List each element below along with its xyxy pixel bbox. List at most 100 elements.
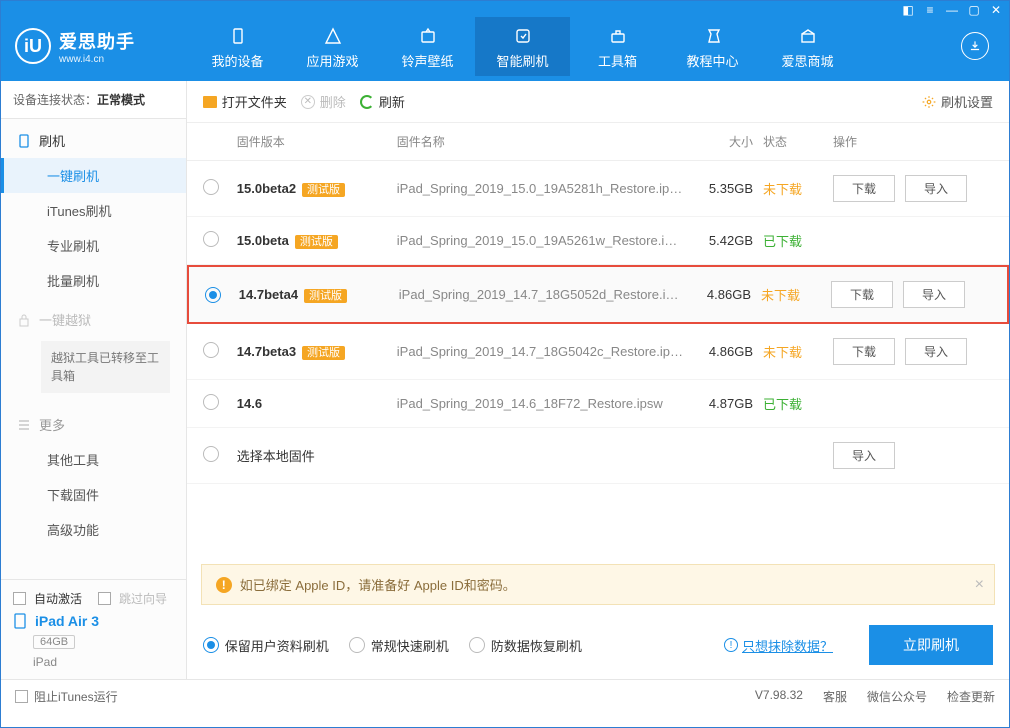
nav-icon (665, 25, 760, 47)
firmware-row[interactable]: 14.7beta3测试版 iPad_Spring_2019_14.7_18G50… (187, 324, 1009, 380)
wechat-link[interactable]: 微信公众号 (867, 688, 927, 705)
device-icon (13, 613, 27, 629)
refresh-button[interactable]: 刷新 (360, 92, 405, 111)
skip-guide-label: 跳过向导 (119, 590, 167, 607)
warning-icon: ! (216, 577, 232, 593)
window-minimize-icon[interactable]: — (945, 3, 959, 17)
window-menu-icon[interactable]: ≡ (923, 3, 937, 17)
row-radio[interactable] (203, 446, 219, 462)
lock-icon (17, 313, 31, 327)
row-version: 15.0beta2测试版 (237, 181, 397, 197)
connection-status: 设备连接状态：正常模式 (1, 81, 186, 119)
row-status: 未下载 (763, 342, 833, 361)
nav-label: 我的设备 (190, 51, 285, 70)
import-button[interactable]: 导入 (905, 338, 967, 365)
refresh-icon (360, 95, 374, 109)
row-radio[interactable] (203, 231, 219, 247)
download-button[interactable]: 下载 (833, 175, 895, 202)
sidebar-flash-item[interactable]: 一键刷机 (1, 158, 186, 193)
opt-anti-recovery[interactable]: 防数据恢复刷机 (469, 636, 582, 655)
download-button[interactable]: 下载 (833, 338, 895, 365)
row-radio[interactable] (203, 179, 219, 195)
window-basket-icon[interactable]: ◧ (901, 3, 915, 17)
block-itunes-label: 阻止iTunes运行 (34, 688, 118, 705)
import-button[interactable]: 导入 (903, 281, 965, 308)
check-update-link[interactable]: 检查更新 (947, 688, 995, 705)
row-version: 14.6 (237, 396, 397, 411)
row-size: 4.86GB (683, 344, 763, 359)
col-status: 状态 (763, 133, 833, 150)
nav-item-4[interactable]: 工具箱 (570, 17, 665, 76)
download-button[interactable]: 下载 (831, 281, 893, 308)
sidebar-more-item[interactable]: 其他工具 (1, 442, 186, 477)
row-version: 14.7beta3测试版 (237, 344, 397, 360)
service-link[interactable]: 客服 (823, 688, 847, 705)
nav-label: 铃声壁纸 (380, 51, 475, 70)
nav-item-3[interactable]: 智能刷机 (475, 17, 570, 76)
nav-item-6[interactable]: 爱思商城 (760, 17, 855, 76)
row-status: 未下载 (763, 179, 833, 198)
sidebar-flash-item[interactable]: iTunes刷机 (1, 193, 186, 228)
sidebar-flash-item[interactable]: 专业刷机 (1, 228, 186, 263)
firmware-row[interactable]: 14.6 iPad_Spring_2019_14.6_18F72_Restore… (187, 380, 1009, 428)
sidebar-more-item[interactable]: 下载固件 (1, 477, 186, 512)
nav-icon (380, 25, 475, 47)
delete-icon: ✕ (301, 95, 315, 109)
opt-normal[interactable]: 常规快速刷机 (349, 636, 449, 655)
row-size: 4.87GB (683, 396, 763, 411)
row-size: 5.42GB (683, 233, 763, 248)
row-radio[interactable] (203, 342, 219, 358)
row-status: 已下载 (763, 231, 833, 250)
window-close-icon[interactable]: ✕ (989, 3, 1003, 17)
row-radio[interactable] (205, 287, 221, 303)
info-icon: ! (724, 638, 738, 652)
import-button[interactable]: 导入 (905, 175, 967, 202)
window-maximize-icon[interactable]: ▢ (967, 3, 981, 17)
sidebar-flash-item[interactable]: 批量刷机 (1, 263, 186, 298)
nav-label: 工具箱 (570, 51, 665, 70)
storage-badge: 64GB (33, 635, 75, 649)
erase-data-link[interactable]: ! 只想抹除数据？ (724, 636, 833, 655)
alert-close-icon[interactable]: × (975, 576, 984, 594)
nav-item-5[interactable]: 教程中心 (665, 17, 760, 76)
firmware-row[interactable]: 15.0beta2测试版 iPad_Spring_2019_15.0_19A52… (187, 161, 1009, 217)
device-model: iPad (33, 655, 174, 669)
firmware-row[interactable]: 14.7beta4测试版 iPad_Spring_2019_14.7_18G50… (187, 265, 1009, 324)
nav-item-0[interactable]: 我的设备 (190, 17, 285, 76)
local-firmware-row[interactable]: 选择本地固件 导入 (187, 428, 1009, 484)
nav-item-1[interactable]: 应用游戏 (285, 17, 380, 76)
local-firmware-label: 选择本地固件 (237, 446, 397, 465)
nav-icon (190, 25, 285, 47)
opt-keep-data[interactable]: 保留用户资料刷机 (203, 636, 329, 655)
row-radio[interactable] (203, 394, 219, 410)
nav-label: 爱思商城 (760, 51, 855, 70)
nav-item-2[interactable]: 铃声壁纸 (380, 17, 475, 76)
nav-icon (285, 25, 380, 47)
flash-settings-button[interactable]: 刷机设置 (922, 92, 993, 111)
sidebar-jailbreak-head: 一键越狱 (1, 298, 186, 337)
nav-icon (570, 25, 665, 47)
flash-now-button[interactable]: 立即刷机 (869, 625, 993, 665)
sidebar-more-head: 更多 (1, 403, 186, 442)
row-filename: iPad_Spring_2019_15.0_19A5261w_Restore.i… (397, 233, 683, 248)
alert-text: 如已绑定 Apple ID，请准备好 Apple ID和密码。 (240, 575, 516, 594)
firmware-row[interactable]: 15.0beta测试版 iPad_Spring_2019_15.0_19A526… (187, 217, 1009, 265)
folder-icon (203, 96, 217, 108)
auto-activate-checkbox[interactable] (13, 592, 26, 605)
version-label: V7.98.32 (755, 688, 803, 705)
row-filename: iPad_Spring_2019_14.6_18F72_Restore.ipsw (397, 396, 683, 411)
nav-icon (475, 25, 570, 47)
row-version: 14.7beta4测试版 (239, 287, 399, 303)
nav-label: 应用游戏 (285, 51, 380, 70)
block-itunes-checkbox[interactable] (15, 690, 28, 703)
row-size: 5.35GB (683, 181, 763, 196)
auto-activate-label: 自动激活 (34, 590, 82, 607)
sidebar-more-item[interactable]: 高级功能 (1, 512, 186, 547)
skip-guide-checkbox[interactable] (98, 592, 111, 605)
beta-tag: 测试版 (295, 235, 338, 249)
download-manager-icon[interactable] (961, 32, 989, 60)
nav-label: 智能刷机 (475, 51, 570, 70)
import-button[interactable]: 导入 (833, 442, 895, 469)
delete-button[interactable]: ✕ 删除 (301, 92, 346, 111)
open-folder-button[interactable]: 打开文件夹 (203, 92, 287, 111)
